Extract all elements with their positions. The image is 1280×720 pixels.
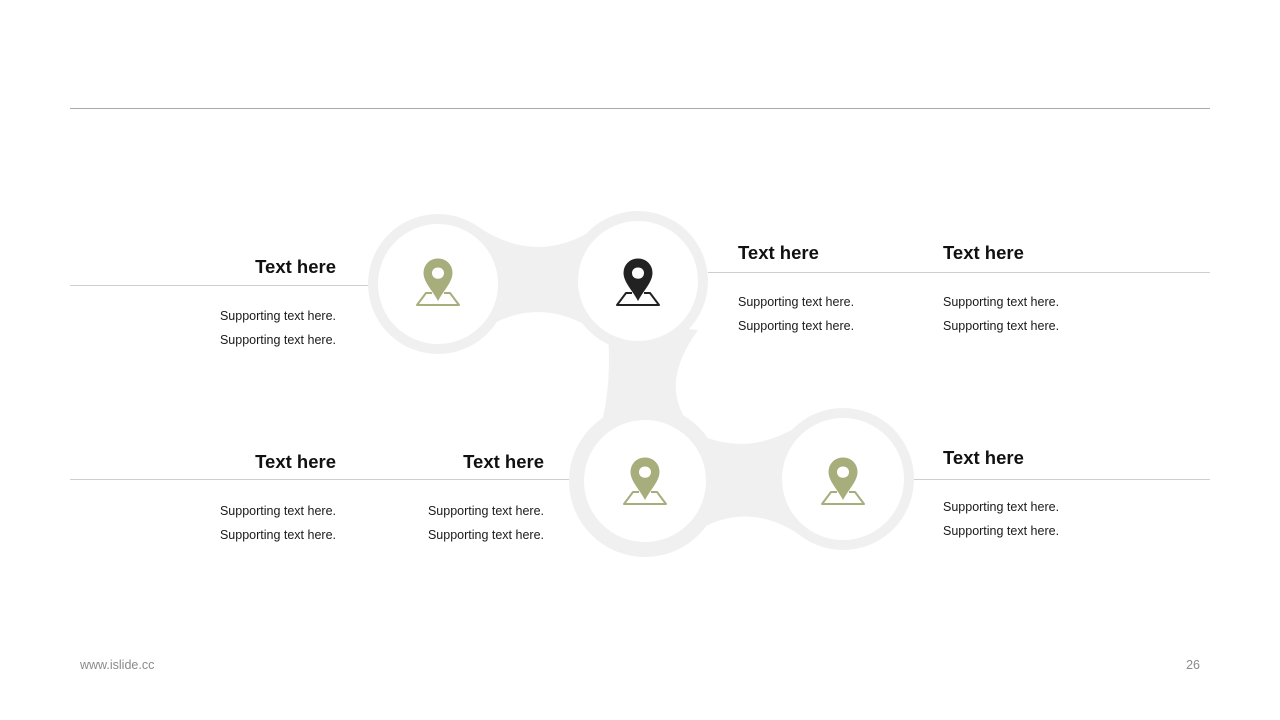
text-block-bottom-left: Text here Supporting text here. Supporti… [96, 451, 336, 547]
block-line: Supporting text here. [943, 295, 1060, 309]
block-body: Supporting text here. Supporting text he… [96, 499, 336, 547]
text-block-bottom-right: Text here Supporting text here. Supporti… [943, 447, 1183, 543]
block-body: Supporting text here. Supporting text he… [304, 499, 544, 547]
footer-url[interactable]: www.islide.cc [80, 658, 154, 672]
text-block-top-left: Text here Supporting text here. Supporti… [96, 256, 336, 352]
block-line: Supporting text here. [738, 295, 855, 309]
block-heading: Text here [463, 451, 544, 472]
block-line: Supporting text here. [943, 319, 1060, 333]
block-line: Supporting text here. [738, 319, 855, 333]
block-line: Supporting text here. [219, 504, 336, 518]
block-line: Supporting text here. [219, 333, 336, 347]
block-heading: Text here [738, 242, 819, 263]
page-number: 26 [1186, 658, 1200, 672]
block-line: Supporting text here. [943, 500, 1060, 514]
block-heading: Text here [255, 451, 336, 472]
block-body: Supporting text here. Supporting text he… [943, 495, 1183, 543]
location-chain-diagram [368, 211, 914, 557]
block-heading: Text here [943, 447, 1024, 468]
block-line: Supporting text here. [943, 524, 1060, 538]
block-body: Supporting text here. Supporting text he… [96, 304, 336, 352]
block-line: Supporting text here. [219, 528, 336, 542]
block-body: Supporting text here. Supporting text he… [738, 290, 978, 338]
text-block-top-right: Text here Supporting text here. Supporti… [943, 242, 1183, 338]
block-line: Supporting text here. [427, 504, 544, 518]
block-line: Supporting text here. [427, 528, 544, 542]
block-body: Supporting text here. Supporting text he… [943, 290, 1183, 338]
block-heading: Text here [255, 256, 336, 277]
block-line: Supporting text here. [219, 309, 336, 323]
text-block-top-middle: Text here Supporting text here. Supporti… [738, 242, 978, 338]
text-block-bottom-middle: Text here Supporting text here. Supporti… [304, 451, 544, 547]
block-heading: Text here [943, 242, 1024, 263]
